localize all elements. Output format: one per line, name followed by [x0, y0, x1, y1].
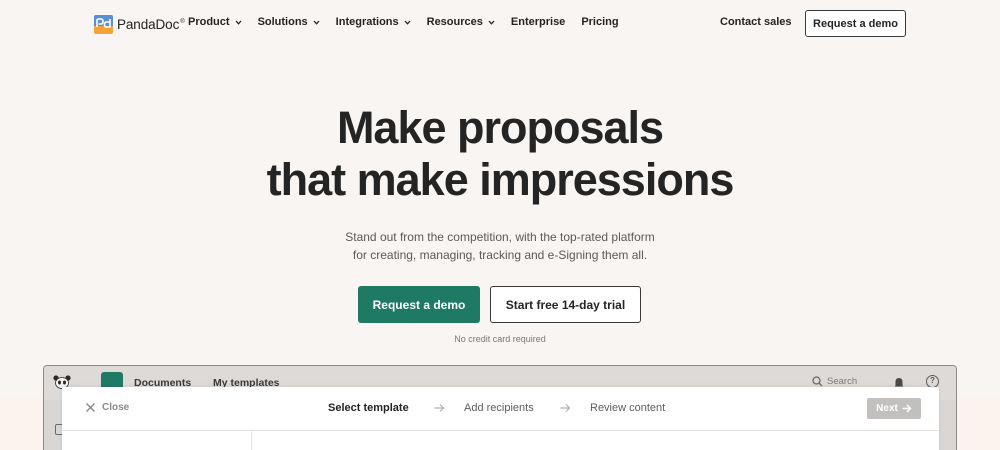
search-placeholder: Search [827, 376, 858, 387]
main-menu: Product Solutions Integrations Resources… [188, 16, 619, 28]
step-select-template[interactable]: Select template [328, 402, 409, 414]
top-navigation: PandaDoc® Product Solutions Integrations… [0, 0, 1000, 46]
request-demo-button[interactable]: Request a demo [358, 286, 480, 323]
arrow-right-icon [560, 403, 571, 413]
hero-subtitle-line-2: for creating, managing, tracking and e-S… [352, 247, 648, 262]
nav-item-solutions[interactable]: Solutions [258, 16, 320, 28]
nav-item-label: Resources [426, 16, 483, 28]
nav-item-label: Enterprise [510, 16, 566, 28]
pandadoc-logo-icon [94, 14, 113, 34]
template-wizard-modal: Close Select template Add recipients Rev… [62, 387, 939, 450]
nav-item-label: Integrations [335, 16, 399, 28]
contact-sales-link[interactable]: Contact sales [720, 16, 792, 28]
pandadoc-logo[interactable]: PandaDoc® [94, 14, 185, 34]
app-search[interactable]: Search [812, 376, 857, 387]
chevron-down-icon [488, 19, 495, 26]
nav-item-enterprise[interactable]: Enterprise [511, 16, 565, 28]
modal-divider [62, 430, 939, 431]
nav-item-product[interactable]: Product [188, 16, 242, 28]
hero-subtitle: Stand out from the competition, with the… [0, 229, 1000, 264]
search-icon [812, 376, 823, 387]
chevron-down-icon [235, 19, 242, 26]
chevron-down-icon [313, 19, 320, 26]
nav-item-label: Pricing [581, 16, 619, 28]
next-button[interactable]: Next [867, 398, 921, 419]
hero-title: Make proposals that make impressions [0, 102, 1000, 206]
arrow-right-icon [902, 404, 912, 413]
nav-item-pricing[interactable]: Pricing [581, 16, 618, 28]
nav-item-label: Product [188, 16, 230, 28]
next-label: Next [876, 403, 898, 414]
brand-name: PandaDoc® [117, 16, 185, 32]
nav-item-resources[interactable]: Resources [427, 16, 495, 28]
close-icon [85, 402, 96, 413]
close-button[interactable]: Close [85, 402, 129, 413]
arrow-right-icon [434, 403, 445, 413]
chevron-down-icon [404, 19, 411, 26]
modal-column-divider [251, 431, 252, 450]
hero-subtitle-line-1: Stand out from the competition, with the… [345, 230, 655, 244]
nav-request-demo-button[interactable]: Request a demo [805, 10, 906, 37]
step-add-recipients[interactable]: Add recipients [464, 402, 534, 414]
nav-item-integrations[interactable]: Integrations [336, 16, 411, 28]
close-label: Close [102, 402, 130, 413]
nav-item-label: Solutions [257, 16, 308, 28]
hero-title-line-2: that make impressions [266, 154, 735, 205]
start-free-trial-button[interactable]: Start free 14-day trial [490, 286, 641, 323]
step-review-content[interactable]: Review content [590, 402, 665, 414]
no-credit-card-note: No credit card required [454, 334, 546, 344]
hero-title-line-1: Make proposals [336, 102, 664, 153]
